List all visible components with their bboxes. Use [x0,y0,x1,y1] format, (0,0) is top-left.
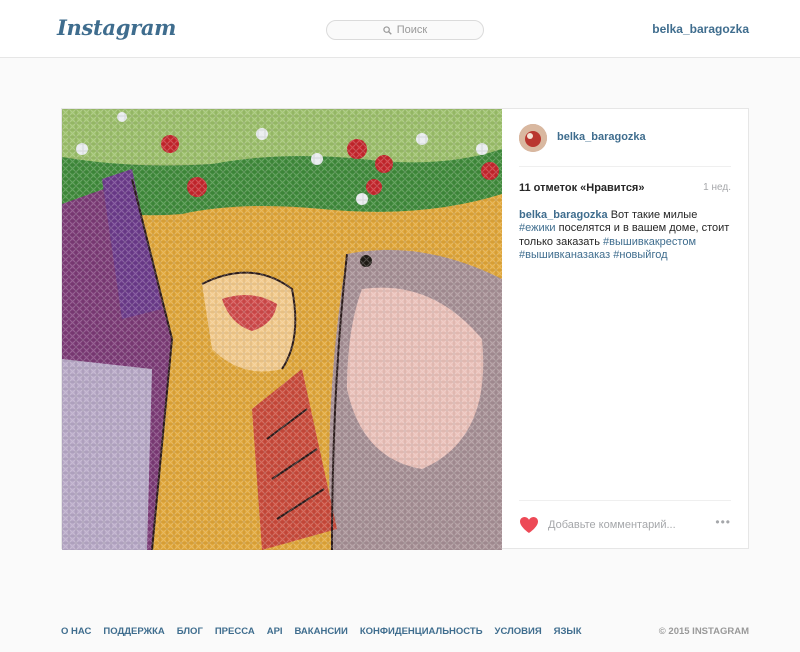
footer-link-press[interactable]: ПРЕССА [215,626,255,637]
comment-input[interactable]: Добавьте комментарий... [548,519,676,531]
divider [519,166,731,167]
post-sidebar: belka_baragozka 11 отметок «Нравится» 1 … [503,109,749,548]
like-button[interactable] [519,516,539,539]
footer-link-jobs[interactable]: ВАКАНСИИ [295,626,348,637]
caption-author-link[interactable]: belka_baragozka [519,209,608,221]
like-count[interactable]: 11 отметок «Нравится» [519,182,644,194]
top-bar: Instagram Поиск belka_baragozka [0,0,800,58]
copyright: © 2015 INSTAGRAM [658,626,749,637]
post-owner-link[interactable]: belka_baragozka [557,131,646,143]
post-caption: belka_baragozka Вот такие милые #ежики п… [519,209,735,263]
hashtag-link[interactable]: #новыйгод [613,249,667,261]
footer-link-blog[interactable]: БЛОГ [177,626,203,637]
caption-text: Вот такие милые [607,209,698,221]
post-photo[interactable] [62,109,502,550]
footer: О НАС ПОДДЕРЖКА БЛОГ ПРЕССА API ВАКАНСИИ… [61,626,749,640]
divider [519,500,731,501]
avatar[interactable] [519,124,547,152]
footer-link-terms[interactable]: УСЛОВИЯ [495,626,542,637]
footer-link-support[interactable]: ПОДДЕРЖКА [103,626,164,637]
search-placeholder: Поиск [396,24,428,36]
hashtag-link[interactable]: #вышивкакрестом [603,236,696,248]
footer-link-about[interactable]: О НАС [61,626,91,637]
footer-link-api[interactable]: API [267,626,283,637]
hashtag-link[interactable]: #вышивканазаказ [519,249,610,261]
footer-link-language[interactable]: ЯЗЫК [554,626,582,637]
instagram-logo[interactable]: Instagram [57,15,176,40]
search-icon [383,25,392,35]
embroidery-image [62,109,502,550]
more-options-button[interactable]: ••• [715,515,731,529]
hashtag-link[interactable]: #ежики [519,222,556,234]
footer-links: О НАС ПОДДЕРЖКА БЛОГ ПРЕССА API ВАКАНСИИ… [61,626,582,637]
post-card: belka_baragozka 11 отметок «Нравится» 1 … [61,108,749,550]
footer-link-privacy[interactable]: КОНФИДЕНЦИАЛЬНОСТЬ [360,626,483,637]
post-age[interactable]: 1 нед. [703,182,731,193]
heart-icon [520,517,538,533]
profile-link[interactable]: belka_baragozka [652,22,749,36]
avatar-image [519,124,547,152]
search-input[interactable]: Поиск [326,20,484,40]
